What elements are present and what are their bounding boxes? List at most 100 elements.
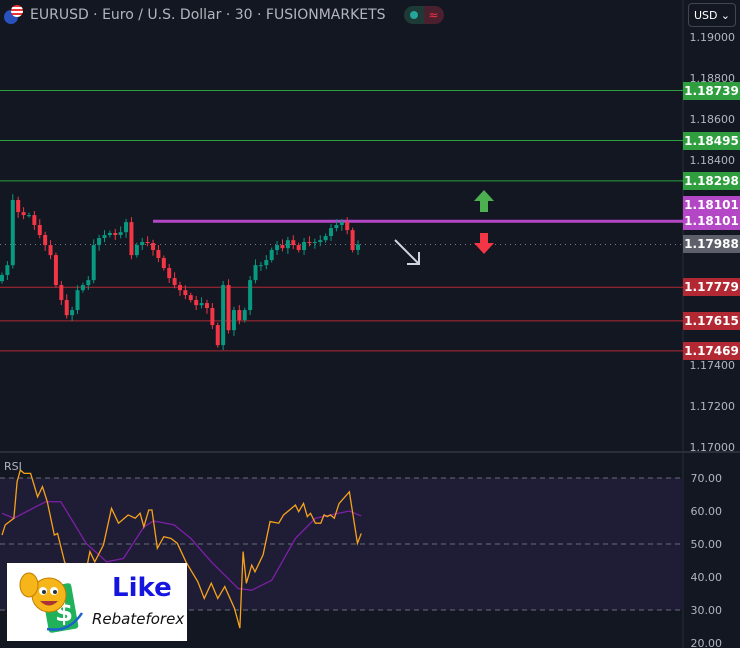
eur-usd-flag-icon	[4, 5, 24, 25]
candle-body	[345, 222, 350, 231]
candle-body	[5, 265, 10, 276]
candle-body	[118, 232, 123, 236]
candle-body	[183, 290, 188, 296]
candle-body	[172, 278, 177, 286]
candle-body	[10, 199, 15, 266]
up-arrow-icon	[474, 190, 494, 212]
candle-body	[323, 236, 328, 241]
candle-body	[264, 260, 269, 266]
resistance-price-tag: 1.18739	[683, 81, 740, 100]
support-price-tag: 1.17779	[683, 278, 740, 297]
currency-label: USD	[694, 8, 718, 22]
candle-body	[285, 240, 290, 249]
candle-body	[307, 242, 312, 244]
last-price-tag: 1.17988	[683, 235, 740, 254]
resistance-price-tag: 1.18495	[683, 131, 740, 150]
symbol-title[interactable]: EURUSD · Euro / U.S. Dollar · 30 · FUSIO…	[30, 7, 386, 23]
candle-body	[237, 310, 242, 321]
candle-body	[59, 285, 64, 301]
rsi-tick-label: 50.00	[691, 538, 723, 551]
candle-body	[226, 285, 231, 331]
candle-body	[86, 280, 91, 286]
candle-body	[21, 212, 26, 216]
candle-body	[16, 199, 21, 213]
candle-body	[275, 245, 280, 250]
candle-body	[124, 222, 129, 233]
candle-body	[188, 295, 193, 301]
price-tick-label: 1.18400	[690, 154, 736, 167]
candle-body	[75, 290, 80, 311]
candle-body	[253, 265, 258, 281]
down-arrow-icon	[474, 233, 494, 254]
price-tick-label: 1.17400	[690, 359, 736, 372]
candle-body	[178, 285, 182, 291]
candle-body	[350, 230, 355, 250]
candle-body	[0, 275, 4, 282]
candle-body	[280, 245, 285, 249]
likerebateforex-logo: $ Like Rebateforex	[7, 563, 187, 641]
candle-body	[204, 303, 209, 309]
price-tick-label: 1.19000	[690, 31, 736, 44]
candle-body	[97, 238, 102, 246]
symbol-header: EURUSD · Euro / U.S. Dollar · 30 · FUSIO…	[4, 5, 444, 25]
candle-body	[161, 257, 166, 269]
candle-body	[107, 232, 112, 236]
candle-body	[318, 240, 323, 242]
rsi-tick-label: 20.00	[691, 637, 723, 648]
thumbs-up-emoji-icon: $	[19, 572, 84, 633]
candle-body	[215, 325, 220, 346]
candle-body	[231, 310, 236, 331]
candle-body	[302, 242, 307, 250]
candle-body	[339, 222, 344, 225]
price-tick-label: 1.17200	[690, 400, 736, 413]
candle-body	[37, 224, 42, 236]
candle-body	[248, 280, 253, 311]
resistance-price-tag: 1.18298	[683, 171, 740, 190]
diagonal-arrow-icon	[394, 239, 420, 265]
candle-body	[356, 244, 360, 250]
candle-body	[242, 310, 247, 321]
candle-body	[64, 300, 69, 316]
candle-body	[102, 235, 107, 239]
candle-body	[329, 228, 334, 237]
candle-body	[291, 240, 296, 246]
market-open-icon	[403, 6, 424, 24]
logo-rebateforex-text: Rebateforex	[92, 610, 185, 628]
candle-body	[334, 224, 339, 229]
candle-body	[129, 222, 134, 256]
rsi-tick-label: 30.00	[691, 604, 723, 617]
candle-body	[151, 243, 156, 250]
candle-body	[48, 245, 53, 256]
pivot-price-tag: 1.18101	[683, 212, 740, 231]
candle-body	[145, 242, 150, 244]
rsi-tick-label: 40.00	[691, 571, 723, 584]
rsi-tick-label: 70.00	[691, 472, 723, 485]
candle-body	[194, 300, 199, 306]
support-price-tag: 1.17469	[683, 341, 740, 360]
candle-body	[32, 215, 37, 225]
candle-body	[53, 255, 58, 286]
candle-body	[167, 268, 172, 279]
candle-body	[43, 235, 48, 246]
candle-body	[296, 245, 301, 250]
support-price-tag: 1.17615	[683, 311, 740, 330]
market-status[interactable]: ≈	[403, 6, 444, 24]
candle-body	[221, 285, 226, 346]
chevron-down-icon: ⌄	[720, 8, 730, 22]
candle-body	[210, 308, 215, 326]
rsi-tick-label: 60.00	[691, 505, 723, 518]
chart-canvas[interactable]: 1.190001.188001.186001.184001.174001.172…	[0, 0, 740, 648]
candle-body	[156, 249, 161, 258]
price-tick-label: 1.17000	[690, 441, 736, 454]
rsi-label: RSI	[4, 460, 22, 473]
currency-dropdown[interactable]: USD ⌄	[688, 3, 736, 27]
candle-body	[199, 303, 204, 306]
candle-body	[70, 310, 75, 316]
candle-body	[258, 265, 263, 267]
candle-body	[134, 245, 139, 256]
candle-body	[113, 232, 118, 236]
candle-body	[26, 215, 31, 217]
logo-like-text: Like	[112, 573, 172, 603]
candle-body	[269, 249, 274, 261]
price-tick-label: 1.18600	[690, 113, 736, 126]
